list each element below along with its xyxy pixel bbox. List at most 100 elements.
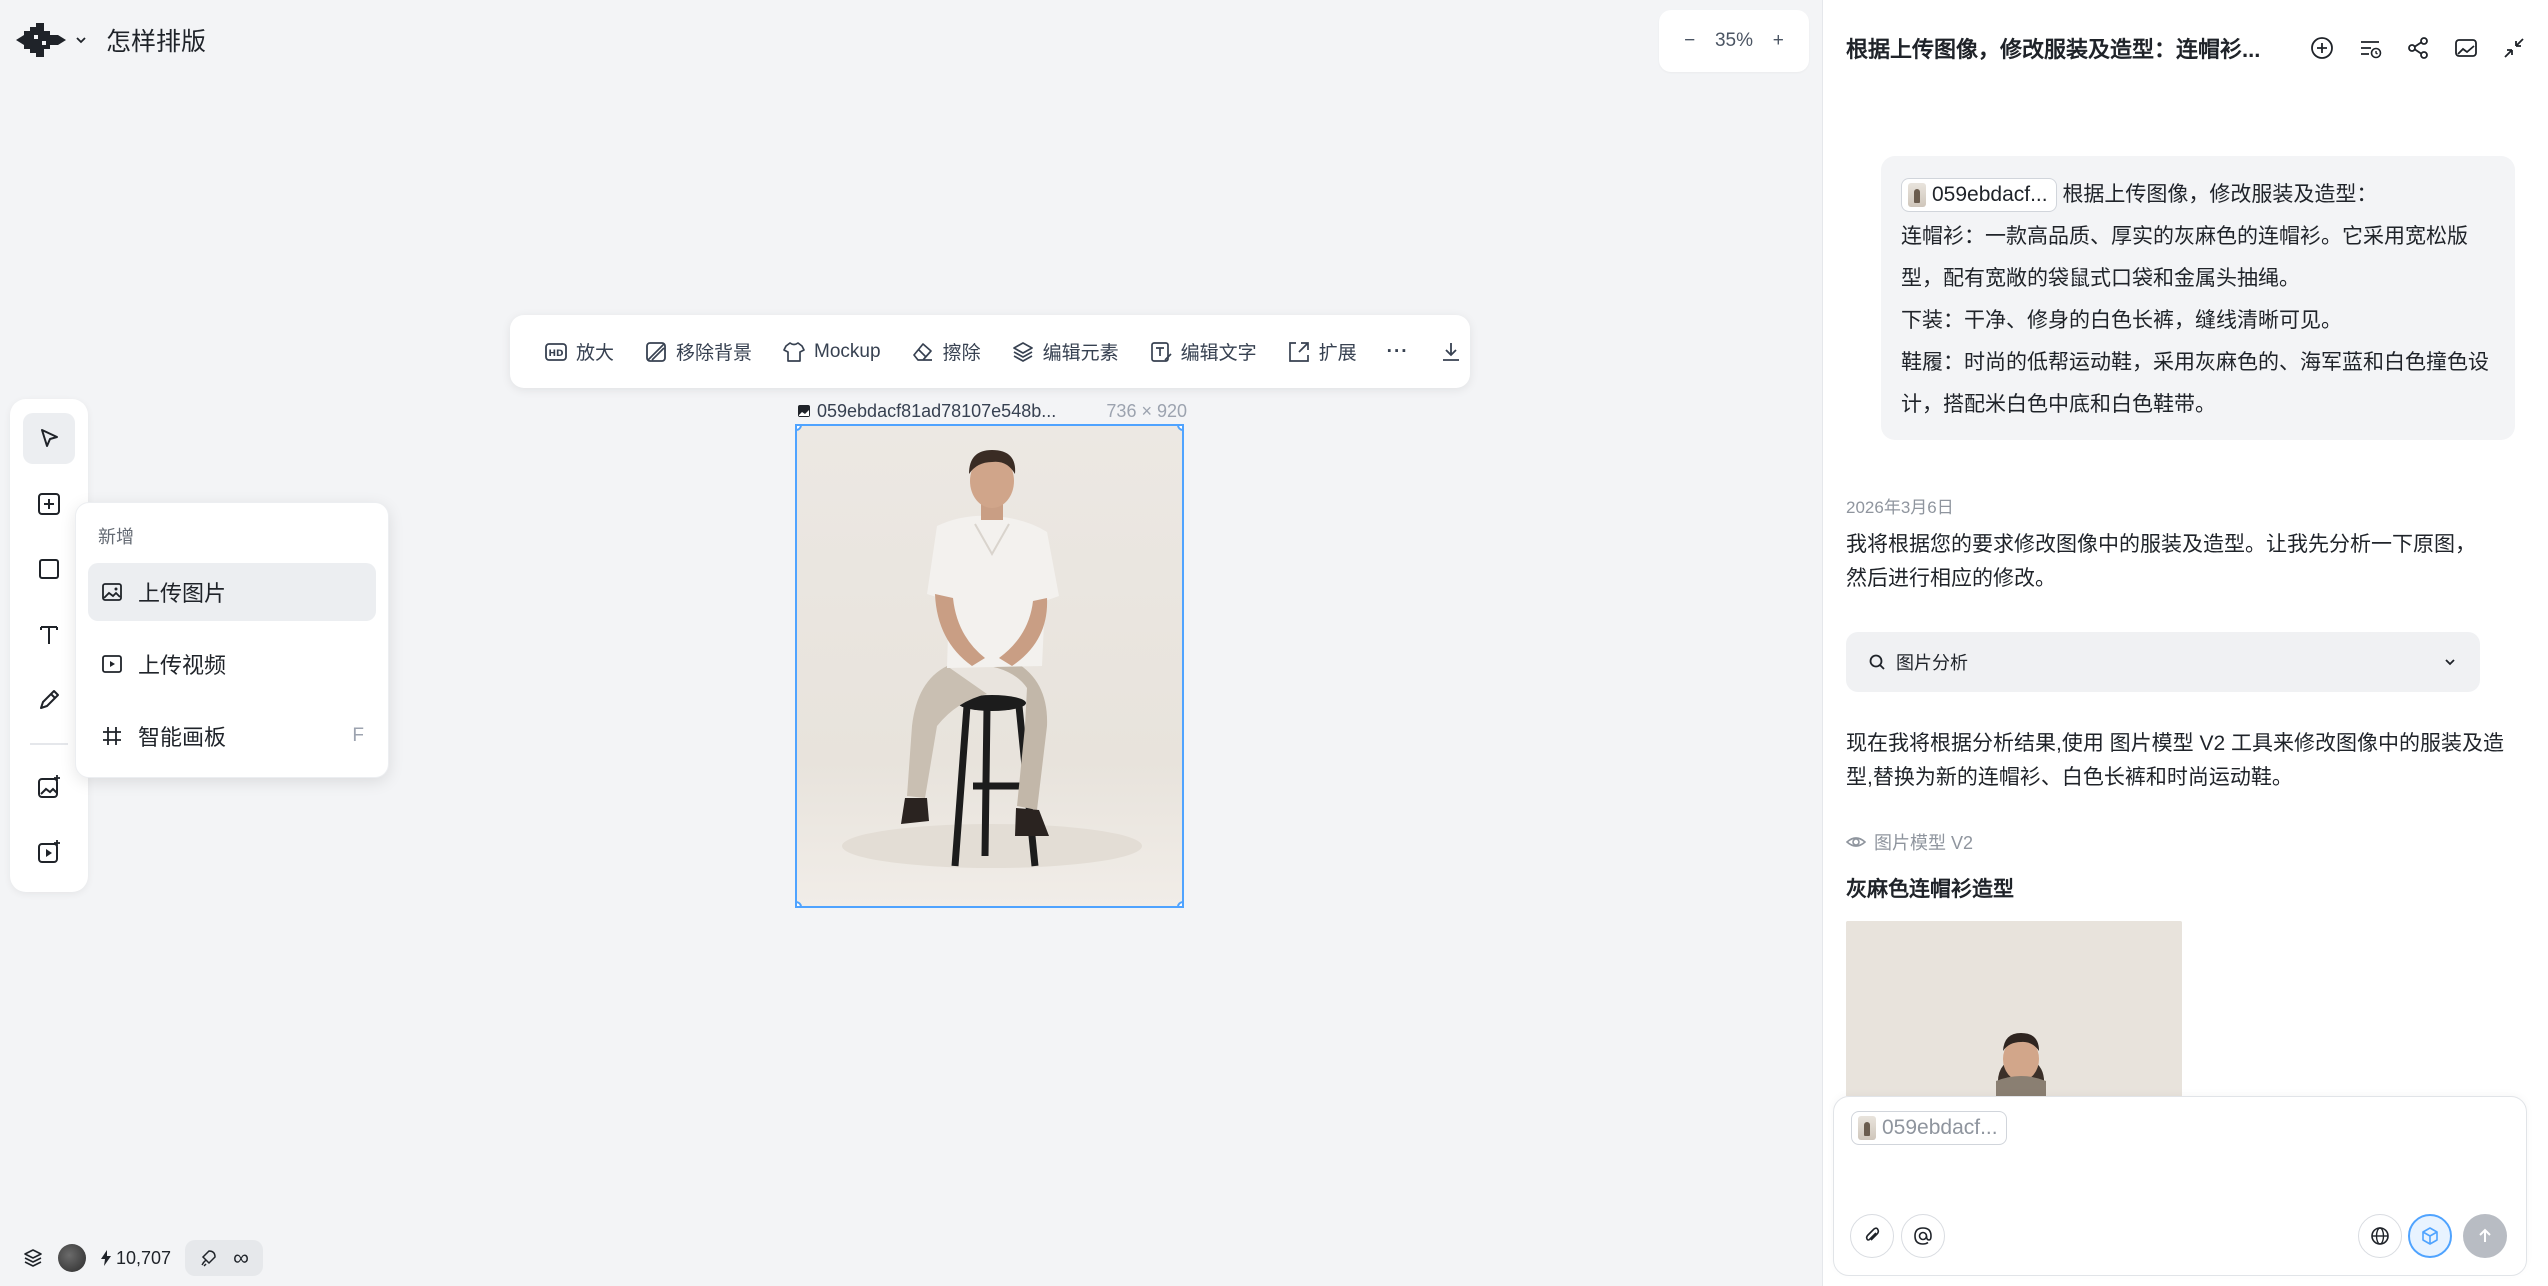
share-icon[interactable]	[2405, 35, 2431, 61]
chip-label: 059ebdacf...	[1882, 1116, 1998, 1139]
send-button[interactable]	[2463, 1214, 2507, 1258]
menu-item-upload-video[interactable]: 上传视频	[88, 635, 376, 693]
image-filename: 059ebdacf81ad78107e548b...	[797, 401, 1056, 422]
arrow-up-icon	[2479, 1228, 2491, 1242]
gallery-icon[interactable]	[2453, 35, 2479, 61]
text-icon	[40, 625, 58, 644]
edit-text-icon	[1150, 341, 1172, 362]
photo-model-seated	[797, 426, 1182, 906]
zoom-out-button[interactable]: −	[1678, 29, 1702, 53]
image-sparkle-icon	[38, 775, 60, 799]
more-options-button[interactable]: ···	[1375, 330, 1421, 374]
edit-text-button[interactable]: 编辑文字	[1137, 330, 1269, 374]
eye-icon	[1846, 837, 1866, 847]
model-name: 图片模型 V2	[1874, 833, 1974, 853]
zoom-in-button[interactable]: +	[1766, 29, 1790, 53]
upscale-label: 放大	[576, 343, 615, 364]
analysis-label: 图片分析	[1896, 653, 1968, 673]
expand-label: 扩展	[1318, 343, 1357, 364]
frame-icon	[103, 727, 121, 745]
user-message: 059ebdacf... 根据上传图像，修改服装及造型： 连帽衫：一款高品质、厚…	[1881, 156, 2515, 440]
select-tool-button[interactable]	[23, 413, 75, 465]
credit-balance[interactable]: 10,707	[100, 1248, 171, 1269]
erase-label: 擦除	[942, 343, 981, 364]
resize-handle-bottom-right[interactable]	[1177, 901, 1182, 906]
download-icon	[1442, 342, 1459, 361]
status-bar: 10,707 ∞	[22, 1240, 263, 1276]
image-label: 059ebdacf81ad78107e548b... 736 × 920	[797, 398, 1187, 424]
collapse-icon[interactable]	[2501, 35, 2527, 61]
erase-button[interactable]: 擦除	[899, 330, 993, 374]
project-title[interactable]: 怎样排版	[106, 22, 206, 58]
tool-tag: 图片模型 V2	[1846, 829, 1973, 855]
svg-text:HD: HD	[548, 349, 563, 359]
shirt-icon	[783, 341, 805, 362]
canvas-image[interactable]	[795, 424, 1184, 908]
shortcut-hint: F	[352, 725, 364, 746]
message-line: 下装：干净、修身的白色长裤，缝线清晰可见。	[1901, 309, 2342, 332]
image-upload-icon	[102, 583, 122, 601]
infinity-symbol: ∞	[233, 1245, 249, 1270]
chat-panel: 根据上传图像，修改服装及造型：连帽衫... 059ebdacf... 根据上传图…	[1822, 0, 2548, 1286]
eraser-icon	[912, 342, 932, 361]
credits-value: 10,707	[116, 1247, 172, 1268]
ai-video-button[interactable]	[23, 827, 75, 878]
zoom-level[interactable]: 35%	[1715, 30, 1753, 52]
avatar[interactable]	[58, 1244, 86, 1272]
image-dimensions: 736 × 920	[1106, 400, 1187, 421]
attach-button[interactable]	[1850, 1214, 1894, 1258]
image-reference-chip[interactable]: 059ebdacf...	[1901, 178, 2057, 213]
pen-tool-button[interactable]	[23, 674, 75, 725]
more-icon: ···	[1386, 340, 1409, 362]
search-image-icon	[1869, 654, 1885, 670]
edit-elements-label: 编辑元素	[1042, 343, 1119, 364]
remove-background-button[interactable]: 移除背景	[632, 330, 764, 374]
remove-bg-icon	[646, 341, 666, 362]
layers-icon[interactable]	[22, 1247, 44, 1269]
output-title: 灰麻色连帽衫造型	[1846, 878, 2014, 901]
generated-image[interactable]	[1846, 921, 2182, 1096]
ai-image-button[interactable]	[23, 761, 75, 812]
new-chat-icon[interactable]	[2309, 35, 2335, 61]
toolbar-divider	[30, 743, 68, 746]
edit-elements-button[interactable]: 编辑元素	[999, 330, 1131, 374]
shape-tool-button[interactable]	[23, 544, 75, 595]
history-icon[interactable]	[2357, 35, 2383, 61]
menu-item-upload-image[interactable]: 上传图片	[88, 563, 376, 621]
expand-button[interactable]: 扩展	[1275, 330, 1369, 374]
image-analysis-toggle[interactable]: 图片分析	[1846, 632, 2480, 692]
layers-icon	[1012, 341, 1033, 362]
plus-square-icon	[38, 492, 60, 515]
brand-menu[interactable]: 怎样排版	[16, 18, 206, 62]
upscale-button[interactable]: HD 放大	[532, 330, 626, 374]
mockup-button[interactable]: Mockup	[770, 330, 893, 374]
globe-icon	[2371, 1227, 2389, 1245]
cursor-icon	[41, 428, 58, 447]
chat-input[interactable]: 059ebdacf...	[1833, 1096, 2527, 1276]
attached-image-chip[interactable]: 059ebdacf...	[1851, 1111, 2007, 1145]
model-select-button[interactable]	[2408, 1214, 2452, 1258]
download-button[interactable]	[1427, 330, 1475, 374]
assistant-message: 我将根据您的要求修改图像中的服装及造型。让我先分析一下原图，然后进行相应的修改。	[1846, 533, 2476, 590]
plan-pill[interactable]: ∞	[185, 1240, 263, 1276]
menu-item-smart-board[interactable]: 智能画板 F	[88, 707, 376, 765]
at-icon	[1914, 1227, 1932, 1245]
edit-text-label: 编辑文字	[1180, 343, 1257, 364]
photo-model-hoodie	[1846, 921, 2182, 1096]
expand-icon	[1288, 341, 1309, 362]
text-tool-button[interactable]	[23, 609, 75, 660]
message-date: 2026年3月6日	[1846, 498, 1954, 517]
menu-header: 新增	[98, 527, 134, 547]
menu-item-label: 上传图片	[138, 581, 227, 606]
add-button[interactable]	[23, 478, 75, 529]
image-thumbnail	[1858, 1116, 1876, 1140]
web-search-button[interactable]	[2358, 1214, 2402, 1258]
cube-icon	[2422, 1227, 2438, 1245]
mention-button[interactable]	[1901, 1214, 1945, 1258]
chat-title: 根据上传图像，修改服装及造型：连帽衫...	[1846, 37, 2261, 62]
chat-header: 根据上传图像，修改服装及造型：连帽衫...	[1823, 0, 2548, 96]
hd-icon: HD	[545, 342, 567, 361]
chevron-down-icon	[76, 37, 86, 44]
image-icon	[798, 405, 810, 417]
new-menu: 新增 上传图片 上传视频 智能画板 F	[75, 502, 389, 778]
